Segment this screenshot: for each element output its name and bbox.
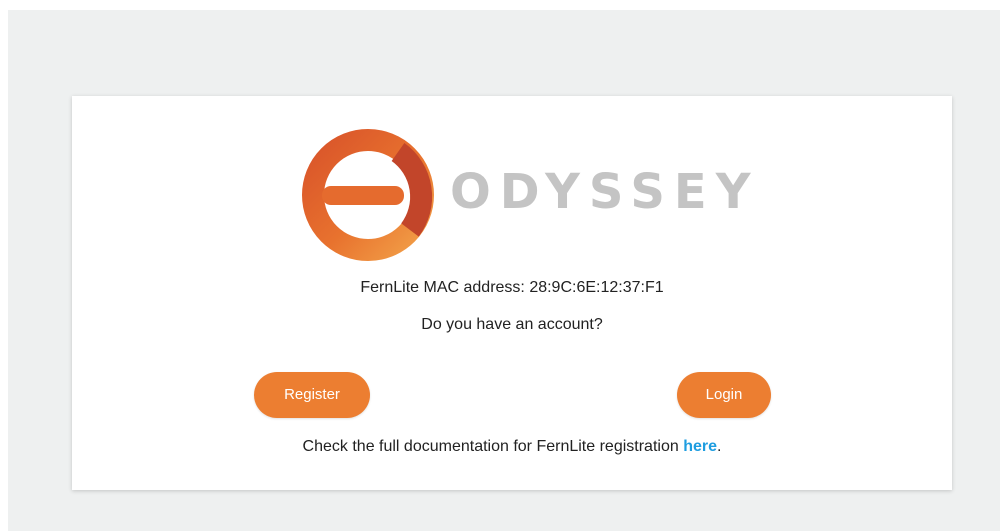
page-background: ODYSSEY FernLite MAC address: 28:9C:6E:1… [8,10,1000,531]
documentation-suffix: . [716,438,722,455]
account-question: Do you have an account? [421,316,603,333]
mac-address-text: FernLite MAC address: 28:9C:6E:12:37:F1 [360,279,664,296]
odyssey-ring-logo-icon [302,129,434,261]
odyssey-logo: ODYSSEY [292,124,750,266]
brand-wordmark: ODYSSEY [450,164,760,220]
documentation-link[interactable]: here [683,438,717,455]
documentation-line: Check the full documentation for FernLit… [72,438,952,456]
login-button[interactable]: Login [677,372,771,418]
documentation-text: Check the full documentation for FernLit… [302,438,684,455]
registration-card: ODYSSEY FernLite MAC address: 28:9C:6E:1… [72,96,952,490]
register-button[interactable]: Register [254,372,370,418]
